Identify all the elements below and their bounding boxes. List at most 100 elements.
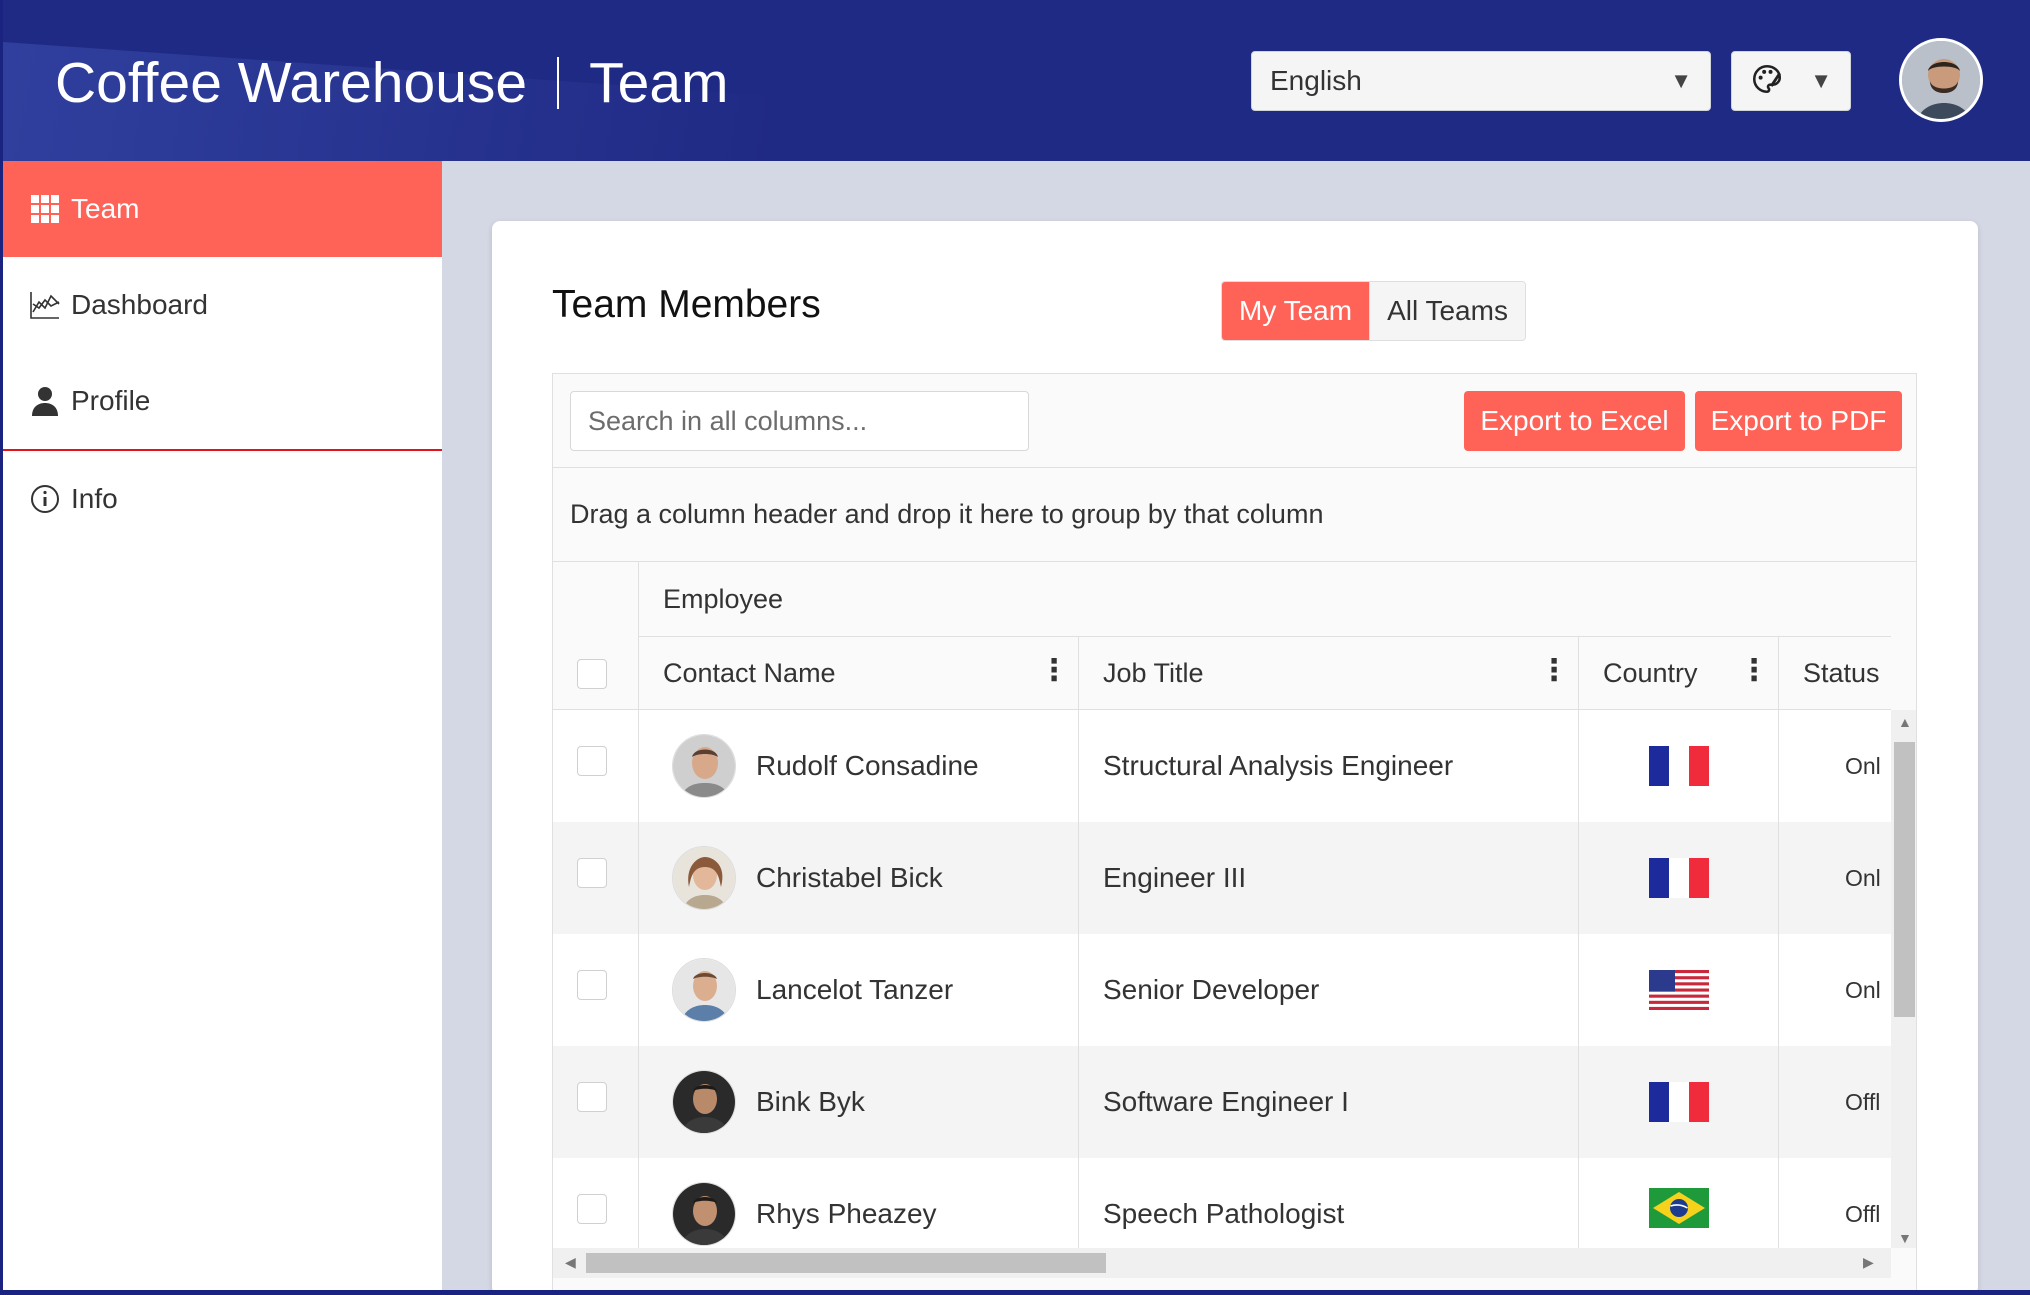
- row-checkbox[interactable]: [577, 1194, 607, 1224]
- status-badge: Onl: [1845, 976, 1881, 1003]
- column-divider: [638, 1046, 639, 1158]
- column-divider: [1778, 822, 1779, 934]
- row-checkbox[interactable]: [577, 746, 607, 776]
- scroll-down-arrow-icon[interactable]: ▼: [1898, 1230, 1912, 1246]
- column-divider: [1578, 710, 1579, 822]
- sidebar-item-label: Profile: [71, 385, 151, 416]
- section-title: Team: [589, 51, 729, 115]
- group-drop-area[interactable]: Drag a column header and drop it here to…: [553, 468, 1916, 562]
- contact-name: Bink Byk: [756, 1086, 865, 1117]
- sidebar-item-label: Dashboard: [71, 289, 208, 320]
- chevron-down-icon: ▼: [1810, 68, 1832, 93]
- column-divider: [1778, 934, 1779, 1046]
- row-checkbox[interactable]: [577, 858, 607, 888]
- job-title: Engineer III: [1103, 862, 1247, 893]
- column-divider: [1078, 934, 1079, 1046]
- status-badge: Onl: [1845, 752, 1881, 779]
- column-divider: [1078, 710, 1079, 822]
- column-divider: [1778, 710, 1779, 822]
- column-group-employee[interactable]: Employee: [663, 562, 783, 636]
- app-header: Coffee Warehouse Team English ▼ ▼: [0, 0, 2030, 161]
- horizontal-scroll-thumb[interactable]: [586, 1253, 1106, 1273]
- scroll-up-arrow-icon[interactable]: ▲: [1898, 714, 1912, 730]
- scroll-left-arrow-icon[interactable]: ◀: [565, 1254, 576, 1271]
- grid-header: Employee Contact Name ⋮ Job Title ⋮ Coun…: [553, 562, 1891, 710]
- row-checkbox[interactable]: [577, 1082, 607, 1112]
- page-title: Team Members: [552, 283, 821, 326]
- employee-avatar: [672, 734, 736, 798]
- contact-name: Christabel Bick: [756, 862, 943, 893]
- sidebar-item-info[interactable]: Info: [3, 451, 442, 547]
- contact-name: Lancelot Tanzer: [756, 974, 954, 1005]
- status-badge: Offl: [1845, 1088, 1881, 1115]
- status-badge: Onl: [1845, 864, 1881, 891]
- window-bottom-border: [0, 1290, 2030, 1295]
- table-row[interactable]: Rudolf Consadine Structural Analysis Eng…: [553, 710, 1891, 822]
- row-checkbox[interactable]: [577, 970, 607, 1000]
- grid-icon: [29, 193, 61, 225]
- table-row[interactable]: Bink Byk Software Engineer I Offl: [553, 1046, 1891, 1158]
- employee-avatar: [672, 1070, 736, 1134]
- title-divider: [557, 57, 560, 109]
- tab-all-teams[interactable]: All Teams: [1369, 282, 1525, 340]
- column-header-status[interactable]: Status: [1803, 636, 1880, 710]
- france-flag-icon: [1649, 746, 1709, 786]
- column-divider: [1578, 822, 1579, 934]
- france-flag-icon: [1649, 1082, 1709, 1122]
- column-divider: [1078, 1046, 1079, 1158]
- sidebar: Team Dashboard Profile Info: [0, 161, 442, 1295]
- column-divider: [1078, 636, 1079, 710]
- export-pdf-button[interactable]: Export to PDF: [1695, 391, 1902, 451]
- employee-avatar: [672, 1182, 736, 1246]
- info-icon: [29, 483, 61, 515]
- app-name: Coffee Warehouse: [55, 51, 528, 115]
- job-title: Software Engineer I: [1103, 1086, 1349, 1117]
- sidebar-item-dashboard[interactable]: Dashboard: [3, 257, 442, 353]
- column-menu-icon[interactable]: ⋮: [1039, 656, 1069, 686]
- column-divider: [1778, 636, 1779, 710]
- select-all-checkbox[interactable]: [577, 659, 607, 689]
- france-flag-icon: [1649, 858, 1709, 898]
- tab-my-team[interactable]: My Team: [1222, 282, 1370, 340]
- team-grid: Search in all columns... Export to Excel…: [552, 373, 1917, 1295]
- sidebar-item-profile[interactable]: Profile: [3, 353, 442, 449]
- column-divider: [638, 822, 639, 934]
- column-divider: [638, 934, 639, 1046]
- job-title: Structural Analysis Engineer: [1103, 750, 1454, 781]
- export-excel-button[interactable]: Export to Excel: [1464, 391, 1685, 451]
- employee-avatar: [672, 958, 736, 1022]
- column-divider: [1078, 822, 1079, 934]
- scroll-right-arrow-icon[interactable]: ▶: [1863, 1254, 1874, 1271]
- column-header-country[interactable]: Country: [1603, 636, 1698, 710]
- search-input[interactable]: Search in all columns...: [570, 391, 1029, 451]
- column-divider: [1578, 636, 1579, 710]
- grid-toolbar: Search in all columns... Export to Excel…: [553, 374, 1916, 468]
- column-menu-icon[interactable]: ⋮: [1739, 656, 1769, 686]
- language-select[interactable]: English ▼: [1251, 51, 1711, 111]
- column-divider: [638, 710, 639, 822]
- column-menu-icon[interactable]: ⋮: [1539, 656, 1569, 686]
- sidebar-item-label: Team: [71, 193, 140, 224]
- job-title: Senior Developer: [1103, 974, 1320, 1005]
- user-avatar[interactable]: [1899, 38, 1983, 122]
- sidebar-item-label: Info: [71, 483, 118, 514]
- user-icon: [29, 385, 61, 417]
- vertical-scroll-thumb[interactable]: [1894, 742, 1915, 1017]
- theme-picker-button[interactable]: ▼: [1731, 51, 1851, 111]
- palette-icon: [1750, 62, 1784, 101]
- team-toggle: My Team All Teams: [1221, 281, 1526, 341]
- sidebar-item-team[interactable]: Team: [3, 161, 442, 257]
- language-value: English: [1270, 65, 1362, 96]
- column-header-contact-name[interactable]: Contact Name: [663, 636, 836, 710]
- chevron-down-icon: ▼: [1670, 68, 1692, 93]
- table-row[interactable]: Christabel Bick Engineer III Onl: [553, 822, 1891, 934]
- chart-icon: [29, 289, 61, 321]
- table-row[interactable]: Lancelot Tanzer Senior Developer Onl: [553, 934, 1891, 1046]
- column-header-job-title[interactable]: Job Title: [1103, 636, 1204, 710]
- employee-avatar: [672, 846, 736, 910]
- usa-flag-icon: [1649, 970, 1709, 1010]
- team-members-card: Team Members My Team All Teams Search in…: [492, 221, 1978, 1295]
- column-divider: [1578, 1046, 1579, 1158]
- contact-name: Rudolf Consadine: [756, 750, 979, 781]
- column-divider: [1578, 934, 1579, 1046]
